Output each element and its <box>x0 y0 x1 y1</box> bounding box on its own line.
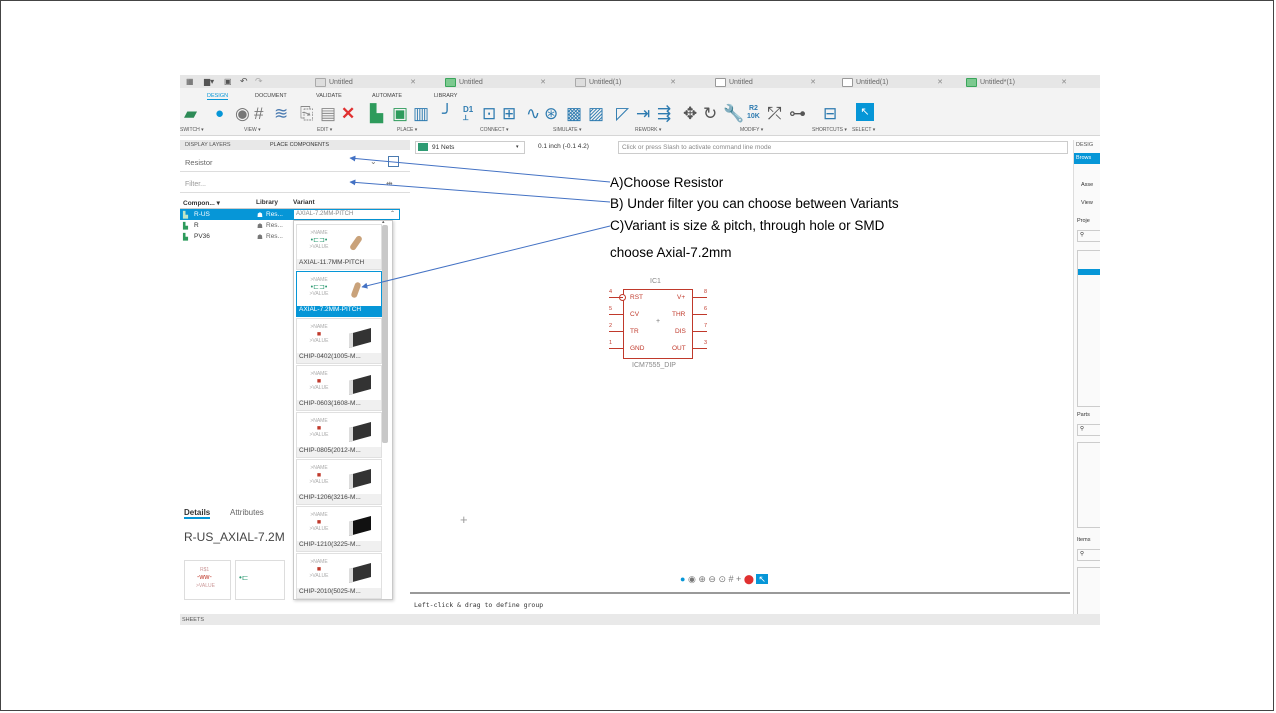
arrow-c <box>361 225 611 289</box>
annotation-b: B) Under filter you can choose between V… <box>610 196 899 211</box>
annotation-arrows <box>349 155 611 289</box>
annotation-c: C)Variant is size & pitch, through hole … <box>610 218 885 233</box>
annotation-a: A)Choose Resistor <box>610 175 724 190</box>
arrow-a <box>349 155 611 183</box>
arrow-b <box>349 179 611 203</box>
annotation-d: choose Axial-7.2mm <box>610 245 732 260</box>
